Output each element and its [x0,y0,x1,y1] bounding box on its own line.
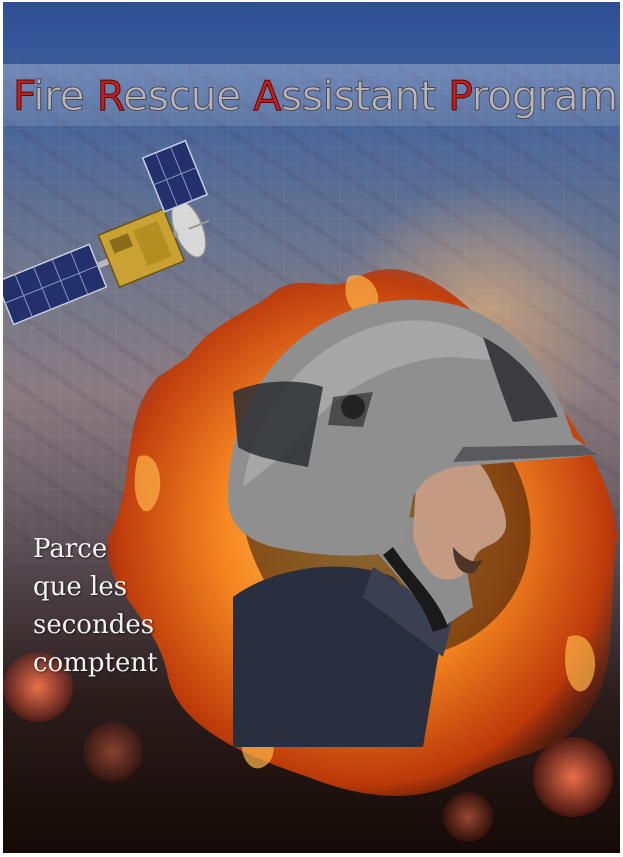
slogan: Parce que les secondes comptent [33,530,233,682]
slogan-line-1: Parce [33,534,108,564]
slogan-line-3: secondes [33,610,155,640]
poster-title: Fire Rescue Assistant Program [12,66,618,126]
title-word-4-cap: P [448,72,473,121]
firefighter-helmet-icon [228,299,598,747]
slogan-line-2: que les [33,572,128,602]
title-word-3-rest: ssistant [280,72,436,121]
title-word-3-cap: A [253,72,282,121]
title-word-2-cap: R [96,72,124,121]
slogan-line-4: comptent [33,648,158,678]
title-word-2-rest: escue [122,72,241,121]
title-word-4-rest: rogram [471,72,619,121]
poster: Fire Rescue Assistant Program Parce que … [3,2,620,853]
title-word-1-cap: F [12,72,34,121]
title-word-1-rest: ire [33,72,86,121]
